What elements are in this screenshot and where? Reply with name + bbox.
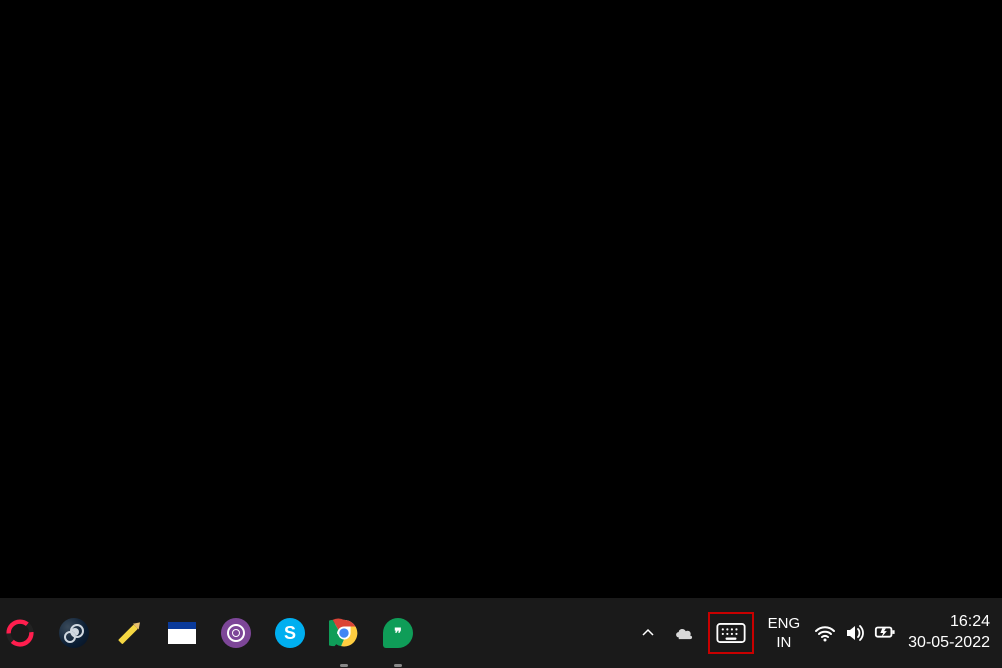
steam-icon[interactable] [58,617,90,649]
clock-time: 16:24 [950,612,990,633]
desktop-background[interactable] [0,0,1002,598]
language-code: ENG [768,614,801,634]
opera-gx-icon[interactable] [4,617,36,649]
skype-icon[interactable]: S [274,617,306,649]
volume-icon[interactable] [844,622,866,644]
pencil-app-icon[interactable] [112,617,144,649]
clock-date[interactable]: 16:24 30-05-2022 [908,612,994,654]
tor-browser-icon[interactable] [220,617,252,649]
language-indicator[interactable]: ENG IN [766,614,803,653]
battery-charging-icon[interactable] [874,622,896,644]
running-indicator [394,664,402,667]
system-icons-group [814,622,896,644]
window-app-icon[interactable] [166,617,198,649]
running-indicator [340,664,348,667]
language-region: IN [776,633,791,653]
chrome-icon[interactable] [328,617,360,649]
clock-date-text: 30-05-2022 [908,633,990,654]
onedrive-icon[interactable] [672,621,696,645]
hangouts-icon[interactable]: ❞ [382,617,414,649]
show-hidden-icons-button[interactable] [636,621,660,645]
taskbar: S ❞ [0,598,1002,668]
system-tray: ENG IN [636,598,1002,668]
wifi-icon[interactable] [814,622,836,644]
taskbar-app-area: S ❞ [0,598,414,668]
touch-keyboard-button-highlighted[interactable] [708,612,754,654]
